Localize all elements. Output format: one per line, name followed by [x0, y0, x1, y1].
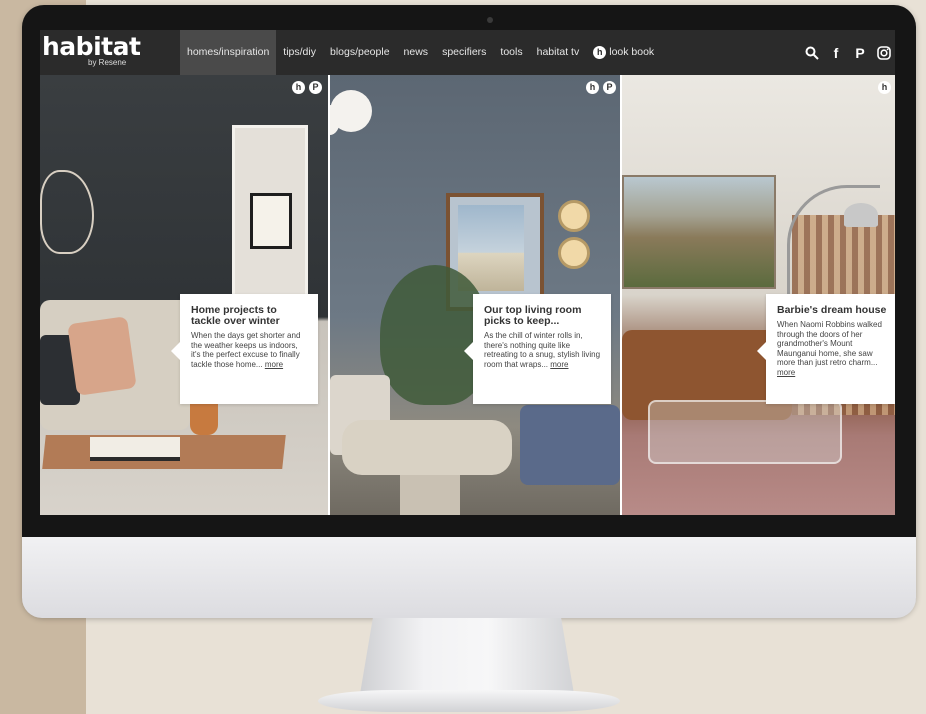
- camera-dot: [487, 17, 493, 23]
- monitor-stand: [360, 618, 574, 694]
- logo-text: habitat: [42, 32, 141, 61]
- article-card-1[interactable]: Home projects to tackle over winter When…: [171, 294, 318, 404]
- nav-item-specifiers[interactable]: specifiers: [435, 30, 493, 75]
- nav-item-habitat-tv[interactable]: habitat tv: [530, 30, 587, 75]
- article-card-2[interactable]: Our top living room picks to keep... As …: [464, 294, 611, 404]
- wall-light: [558, 237, 590, 269]
- nav-item-blogs-people[interactable]: blogs/people: [323, 30, 397, 75]
- wall-art: [250, 193, 292, 249]
- lamp-shade: [844, 203, 878, 227]
- social-links: f P: [799, 30, 895, 75]
- main-nav: homes/inspiration tips/diy blogs/people …: [180, 30, 661, 75]
- card-excerpt: When the days get shorter and the weathe…: [191, 331, 301, 369]
- armchair: [520, 405, 620, 485]
- article-card-3[interactable]: Barbie's dream house When Naomi Robbins …: [757, 294, 895, 404]
- share-icons: h: [874, 81, 891, 94]
- instagram-icon[interactable]: [873, 45, 895, 60]
- pinterest-icon[interactable]: P: [849, 45, 871, 61]
- more-link[interactable]: more: [265, 360, 283, 369]
- pinterest-icon[interactable]: P: [309, 81, 322, 94]
- share-icons: h P: [288, 81, 322, 94]
- monitor-base: [318, 690, 620, 712]
- habitat-h-icon: h: [593, 45, 607, 59]
- more-link[interactable]: more: [550, 360, 568, 369]
- habitat-h-icon[interactable]: h: [586, 81, 599, 94]
- line-art: [40, 170, 94, 254]
- tile-divider: [620, 75, 622, 515]
- habitat-h-icon[interactable]: h: [878, 81, 891, 94]
- cushion: [67, 316, 137, 396]
- habitat-h-icon[interactable]: h: [292, 81, 305, 94]
- wall-light: [558, 200, 590, 232]
- share-icons: h P: [582, 81, 616, 94]
- card-title: Home projects to tackle over winter: [191, 304, 280, 327]
- coffee-table: [342, 420, 512, 475]
- nav-item-tips-diy[interactable]: tips/diy: [276, 30, 323, 75]
- nav-item-tools[interactable]: tools: [493, 30, 529, 75]
- books: [90, 437, 180, 461]
- nav-item-look-book[interactable]: h look book: [586, 30, 661, 75]
- card-title: Barbie's dream house: [777, 304, 887, 316]
- card-title: Our top living room picks to keep...: [484, 304, 582, 327]
- monitor-screen: habitat by Resene homes/inspiration tips…: [40, 30, 895, 515]
- habitat-logo[interactable]: habitat by Resene: [42, 32, 141, 68]
- nav-item-homes-inspiration[interactable]: homes/inspiration: [180, 30, 277, 75]
- landscape-painting: [622, 175, 776, 289]
- card-excerpt: When Naomi Robbins walked through the do…: [777, 320, 882, 377]
- nav-item-look-book-label: look book: [609, 46, 655, 58]
- glass-coffee-table: [648, 400, 842, 464]
- site-navbar: habitat by Resene homes/inspiration tips…: [40, 30, 895, 75]
- facebook-icon[interactable]: f: [825, 45, 847, 61]
- search-icon[interactable]: [801, 46, 823, 60]
- nav-item-news[interactable]: news: [397, 30, 436, 75]
- monitor-chin: [22, 537, 916, 618]
- pinterest-icon[interactable]: P: [603, 81, 616, 94]
- more-link[interactable]: more: [777, 368, 795, 377]
- card-excerpt: As the chill of winter rolls in, there's…: [484, 331, 601, 369]
- tile-divider: [328, 75, 330, 515]
